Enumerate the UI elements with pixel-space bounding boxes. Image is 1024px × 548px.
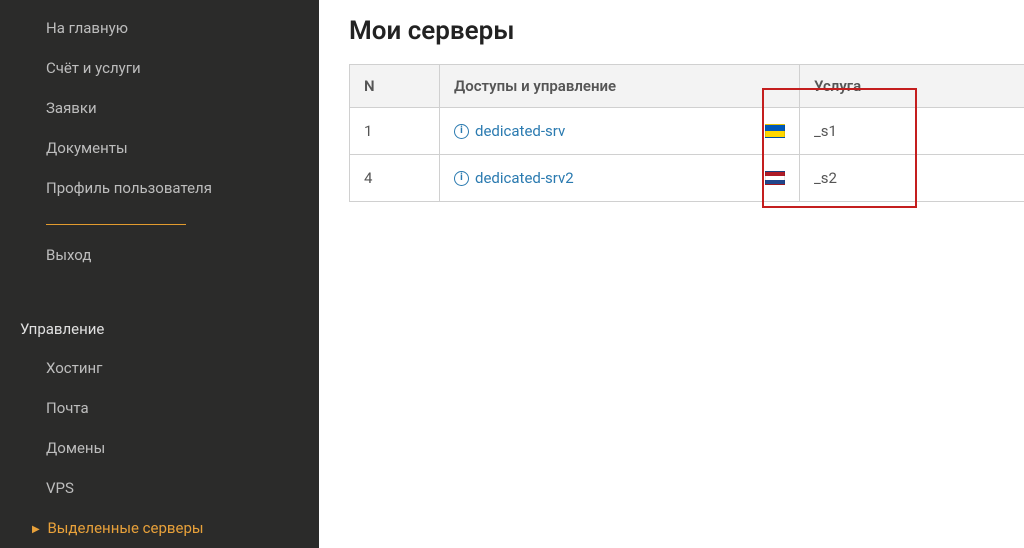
col-header-service: Услуга — [800, 65, 1024, 108]
sidebar-section-title: Управление — [0, 308, 319, 348]
nav-tickets[interactable]: Заявки — [0, 88, 319, 128]
cell-access: i dedicated-srv — [440, 108, 800, 155]
main-content: Мои серверы N Доступы и управление Услуг… — [319, 0, 1024, 548]
nav-mail[interactable]: Почта — [0, 388, 319, 428]
nav-profile[interactable]: Профиль пользователя — [0, 168, 319, 208]
server-link[interactable]: i dedicated-srv — [454, 122, 565, 140]
sidebar-divider — [46, 224, 186, 225]
flag-ukraine-icon — [765, 124, 785, 138]
table-row: 4 i dedicated-srv2 _s2 — [350, 155, 1024, 202]
col-header-n: N — [350, 65, 440, 108]
nav-hosting[interactable]: Хостинг — [0, 348, 319, 388]
server-link[interactable]: i dedicated-srv2 — [454, 169, 574, 187]
servers-table: N Доступы и управление Услуга 1 i dedica… — [349, 64, 1024, 202]
server-name: dedicated-srv2 — [475, 169, 574, 187]
nav-logout[interactable]: Выход — [0, 235, 319, 275]
nav-dedicated-servers-label: Выделенные серверы — [47, 519, 203, 537]
cell-access: i dedicated-srv2 — [440, 155, 800, 202]
nav-documents[interactable]: Документы — [0, 128, 319, 168]
nav-home[interactable]: На главную — [0, 8, 319, 48]
nav-vps[interactable]: VPS — [0, 468, 319, 508]
cell-service: _s1 — [800, 108, 1024, 155]
server-name: dedicated-srv — [475, 122, 565, 140]
col-header-access: Доступы и управление — [440, 65, 800, 108]
cell-n: 4 — [350, 155, 440, 202]
flag-netherlands-icon — [765, 171, 785, 185]
nav-billing[interactable]: Счёт и услуги — [0, 48, 319, 88]
cell-n: 1 — [350, 108, 440, 155]
nav-dedicated-servers[interactable]: ▶ Выделенные серверы — [0, 508, 319, 548]
table-row: 1 i dedicated-srv _s1 — [350, 108, 1024, 155]
info-icon: i — [454, 124, 469, 139]
cell-service: _s2 — [800, 155, 1024, 202]
active-marker-icon: ▶ — [32, 524, 40, 535]
sidebar: На главную Счёт и услуги Заявки Документ… — [0, 0, 319, 548]
info-icon: i — [454, 171, 469, 186]
nav-domains[interactable]: Домены — [0, 428, 319, 468]
page-title: Мои серверы — [349, 16, 1024, 46]
